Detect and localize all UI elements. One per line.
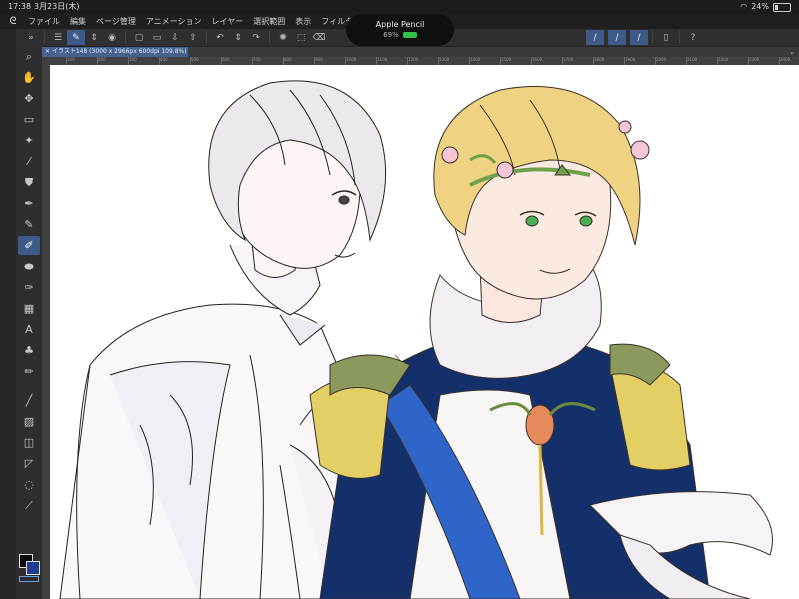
horizontal-ruler: 100 200 300 400 500 600 700 800 900 1000 1100 1200 1… — [42, 57, 799, 65]
eraser-icon[interactable]: ⬬ — [18, 257, 40, 276]
ruler-label: 1400 — [470, 57, 481, 62]
ruler-label: 300 — [129, 57, 137, 62]
ruler-label: 1300 — [439, 57, 450, 62]
move-icon[interactable]: ✥ — [18, 89, 40, 108]
open-folder-icon[interactable]: ▭ — [148, 30, 166, 45]
pattern-icon[interactable]: ▦ — [18, 299, 40, 318]
decoration-icon[interactable]: ✏ — [18, 362, 40, 381]
ruler-label: 1200 — [408, 57, 419, 62]
document-tab-label: イラスト148 (3000 x 2966px 600dpi 109.8%) — [51, 48, 187, 55]
device-icon[interactable]: ▯ — [657, 30, 675, 45]
ruler-label: 2200 — [718, 57, 729, 62]
stroke-soft-icon[interactable]: ∕ — [608, 30, 626, 45]
apple-pencil-popup: Apple Pencil 69% — [346, 14, 454, 46]
correct-line-icon[interactable]: ⟋ — [18, 496, 40, 515]
artwork — [59, 80, 773, 599]
ruler-label: 1000 — [346, 57, 357, 62]
menu-file[interactable]: ファイル — [28, 14, 60, 29]
ruler-label: 2300 — [749, 57, 760, 62]
magic-wand-icon[interactable]: ✦ — [18, 131, 40, 150]
menu-selection[interactable]: 選択範囲 — [253, 14, 285, 29]
drawing-canvas[interactable] — [50, 65, 799, 599]
ruler-icon[interactable]: ◸ — [18, 454, 40, 473]
undo-icon[interactable]: ↶ — [211, 30, 229, 45]
ruler-label: 1800 — [594, 57, 605, 62]
layer-op-icon[interactable]: ◫ — [18, 433, 40, 452]
eyedropper-icon[interactable]: ⁄ — [18, 152, 40, 171]
ruler-label: 1600 — [532, 57, 543, 62]
ruler-label: 800 — [284, 57, 292, 62]
status-date: 3月23日(木) — [34, 2, 80, 11]
ruler-label: 1500 — [501, 57, 512, 62]
ruler-label: 1100 — [377, 57, 388, 62]
forward-icon[interactable]: » — [22, 30, 40, 45]
color-swatches — [18, 553, 42, 583]
wifi-icon: ◠ — [740, 2, 748, 11]
stepper-icon[interactable]: ⇕ — [85, 30, 103, 45]
menu-view[interactable]: 表示 — [295, 14, 311, 29]
pen-icon[interactable]: ✒ — [18, 194, 40, 213]
transform-icon[interactable]: ⬚ — [292, 30, 310, 45]
export-icon[interactable]: ⇧ — [184, 30, 202, 45]
ruler-label: 2400 — [780, 57, 791, 62]
ruler-label: 900 — [315, 57, 323, 62]
tool-strip: ⌕ ✋ ✥ ▭ ✦ ⁄ ⛊ ✒ ✎ ✐ ⬬ ✑ ▦ A ♣ ✏ ╱ ▨ ◫ ◸ … — [16, 45, 42, 599]
pencil-percent: 69% — [383, 31, 399, 39]
gradient-icon[interactable]: ▨ — [18, 412, 40, 431]
loading-icon[interactable]: ✺ — [274, 30, 292, 45]
stroke-curve-icon[interactable]: ∕ — [630, 30, 648, 45]
menu-layer[interactable]: レイヤー — [212, 14, 244, 29]
ruler-label: 200 — [98, 57, 106, 62]
menu-page[interactable]: ページ管理 — [96, 14, 136, 29]
status-time: 17:38 — [8, 2, 32, 11]
battery-percent: 24% — [751, 2, 769, 11]
left-edge-panel — [0, 29, 16, 599]
brush-icon[interactable]: ✐ — [18, 236, 40, 255]
ruler-label: 100 — [67, 57, 75, 62]
chevron-down-icon[interactable]: ⌄ — [789, 47, 795, 57]
lasso-icon[interactable]: ◌ — [18, 475, 40, 494]
blend-icon[interactable]: ✑ — [18, 278, 40, 297]
ruler-label: 2100 — [687, 57, 698, 62]
fill-icon[interactable]: ⛊ — [18, 173, 40, 192]
record-icon[interactable]: ◉ — [103, 30, 121, 45]
zoom-icon[interactable]: ⌕ — [18, 47, 40, 66]
menu-edit[interactable]: 編集 — [70, 14, 86, 29]
ruler-label: 1900 — [625, 57, 636, 62]
document-tab-row: ✕ イラスト148 (3000 x 2966px 600dpi 109.8%) … — [42, 47, 799, 57]
ruler-label: 1700 — [563, 57, 574, 62]
redo-stepper-icon[interactable]: ⇕ — [229, 30, 247, 45]
clip-studio-logo-icon[interactable]: ᘓ — [6, 15, 20, 29]
transparent-color-swatch[interactable] — [19, 576, 39, 582]
clear-icon[interactable]: ⌫ — [310, 30, 328, 45]
hand-icon[interactable]: ✋ — [18, 68, 40, 87]
pencil-battery-icon — [402, 32, 417, 38]
stroke-sharp-icon[interactable]: ∕ — [586, 30, 604, 45]
airbrush-icon[interactable]: ♣ — [18, 341, 40, 360]
ruler-label: 700 — [253, 57, 261, 62]
menu-icon[interactable]: ☰ — [49, 30, 67, 45]
document-tab[interactable]: ✕ イラスト148 (3000 x 2966px 600dpi 109.8%) — [42, 47, 188, 57]
new-file-icon[interactable]: ▢ — [130, 30, 148, 45]
vertical-ruler — [42, 65, 50, 599]
sub-color-swatch[interactable] — [26, 561, 40, 575]
menu-animation[interactable]: アニメーション — [146, 14, 202, 29]
ruler-label: 600 — [222, 57, 230, 62]
redo-icon[interactable]: ↷ — [247, 30, 265, 45]
pen-mode-icon[interactable]: ✎ — [67, 30, 85, 45]
help-icon[interactable]: ? — [684, 30, 702, 45]
text-icon[interactable]: A — [18, 320, 40, 339]
ruler-label: 500 — [191, 57, 199, 62]
pencil-icon[interactable]: ✎ — [18, 215, 40, 234]
ruler-label: 400 — [160, 57, 168, 62]
selection-rect-icon[interactable]: ▭ — [18, 110, 40, 129]
save-icon[interactable]: ⇩ — [166, 30, 184, 45]
battery-icon — [773, 2, 791, 12]
ruler-label: 2000 — [656, 57, 667, 62]
pencil-title: Apple Pencil — [375, 20, 425, 29]
ios-status-bar: 17:38 3月23日(木) ◠ 24% — [0, 0, 799, 14]
line-icon[interactable]: ╱ — [18, 391, 40, 410]
